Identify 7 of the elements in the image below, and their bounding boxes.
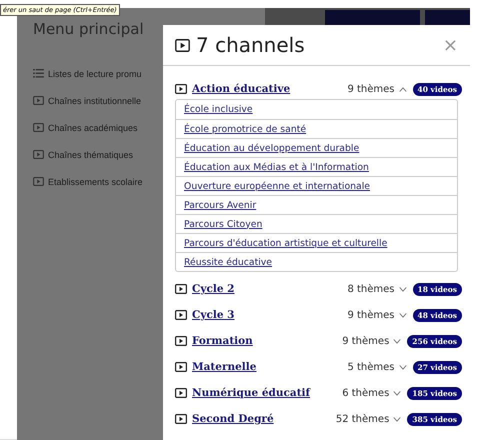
sidebar-item-label: Listes de lecture promu xyxy=(48,68,142,78)
sidebar-item-label: Chaînes académiques xyxy=(48,122,138,132)
sidebar-item-label: Etablissements scolaire xyxy=(48,176,143,186)
sidebar-item-label: Chaînes thématiques xyxy=(48,150,134,160)
sidebar-title: Menu principal xyxy=(33,20,145,38)
sidebar-item-label: Chaînes institutionnelle xyxy=(48,96,142,106)
modal-title: 7 channels xyxy=(196,33,306,57)
